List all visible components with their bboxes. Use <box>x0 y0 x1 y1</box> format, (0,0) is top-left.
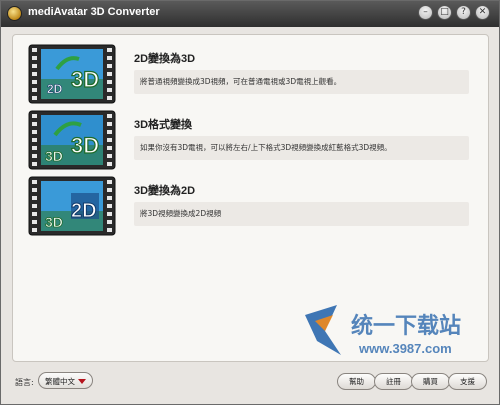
app-window: mediAvatar 3D Converter – □ ? ✕ 2D 3D 2D… <box>0 0 500 405</box>
close-button[interactable]: ✕ <box>475 5 490 20</box>
language-select[interactable]: 繁體中文 <box>38 372 93 389</box>
option-description-box: 將普通視頻變換成3D視頻，可在普通電視或3D電視上觀看。 <box>134 70 469 94</box>
option-title[interactable]: 3D格式變換 <box>134 116 192 132</box>
conversion-options-panel: 2D 3D 2D變換為3D 將普通視頻變換成3D視頻，可在普通電視或3D電視上觀… <box>12 34 489 362</box>
option-row-3d-to-2d[interactable]: 3D 2D 3D變換為2D 將3D視頻變換成2D視頻 <box>13 175 488 237</box>
film-left-label: 3D <box>45 214 63 230</box>
option-row-2d-to-3d[interactable]: 2D 3D 2D變換為3D 將普通視頻變換成3D視頻，可在普通電視或3D電視上觀… <box>13 43 488 105</box>
register-button[interactable]: 註冊 <box>374 373 413 390</box>
option-description: 如果你沒有3D電視，可以將左右/上下格式3D視頻變換成紅藍格式3D視頻。 <box>140 143 392 152</box>
option-description: 將3D視頻變換成2D視頻 <box>140 209 222 218</box>
film-right-label: 3D <box>71 67 99 92</box>
language-label: 語言: <box>15 378 34 387</box>
option-description-box: 將3D視頻變換成2D視頻 <box>134 202 469 226</box>
option-description-box: 如果你沒有3D電視，可以將左右/上下格式3D視頻變換成紅藍格式3D視頻。 <box>134 136 469 160</box>
film-3d-to-2d-icon: 3D 2D <box>28 176 116 236</box>
film-right-label: 2D <box>71 200 97 222</box>
site-watermark: 统一下载站 www.3987.com <box>305 305 461 356</box>
minimize-button[interactable]: – <box>418 5 433 20</box>
chevron-down-icon <box>78 379 86 384</box>
watermark-brand: 统一下载站 <box>351 313 461 339</box>
app-logo-icon <box>7 6 22 21</box>
window-title: mediAvatar 3D Converter <box>28 6 160 18</box>
help-button[interactable]: ? <box>456 5 471 20</box>
watermark-url: www.3987.com <box>358 341 452 356</box>
option-description: 將普通視頻變換成3D視頻，可在普通電視或3D電視上觀看。 <box>140 77 342 86</box>
option-row-3d-format[interactable]: 3D 3D 3D格式變換 如果你沒有3D電視，可以將左右/上下格式3D視頻變換成… <box>13 109 488 171</box>
option-title[interactable]: 3D變換為2D <box>134 182 195 198</box>
film-left-label: 2D <box>47 82 63 96</box>
language-select-value: 繁體中文 <box>45 377 75 386</box>
restore-button[interactable]: □ <box>437 5 452 20</box>
film-left-label: 3D <box>45 148 63 164</box>
support-button[interactable]: 支援 <box>448 373 487 390</box>
film-right-label: 3D <box>71 133 99 158</box>
watermark-logo-icon <box>305 305 341 355</box>
option-title[interactable]: 2D變換為3D <box>134 50 195 66</box>
title-bar[interactable]: mediAvatar 3D Converter – □ ? ✕ <box>1 1 499 27</box>
buy-button[interactable]: 購買 <box>411 373 450 390</box>
help-footer-button[interactable]: 幫助 <box>337 373 376 390</box>
film-3d-format-icon: 3D 3D <box>28 110 116 170</box>
film-2d-to-3d-icon: 2D 3D <box>28 44 116 104</box>
